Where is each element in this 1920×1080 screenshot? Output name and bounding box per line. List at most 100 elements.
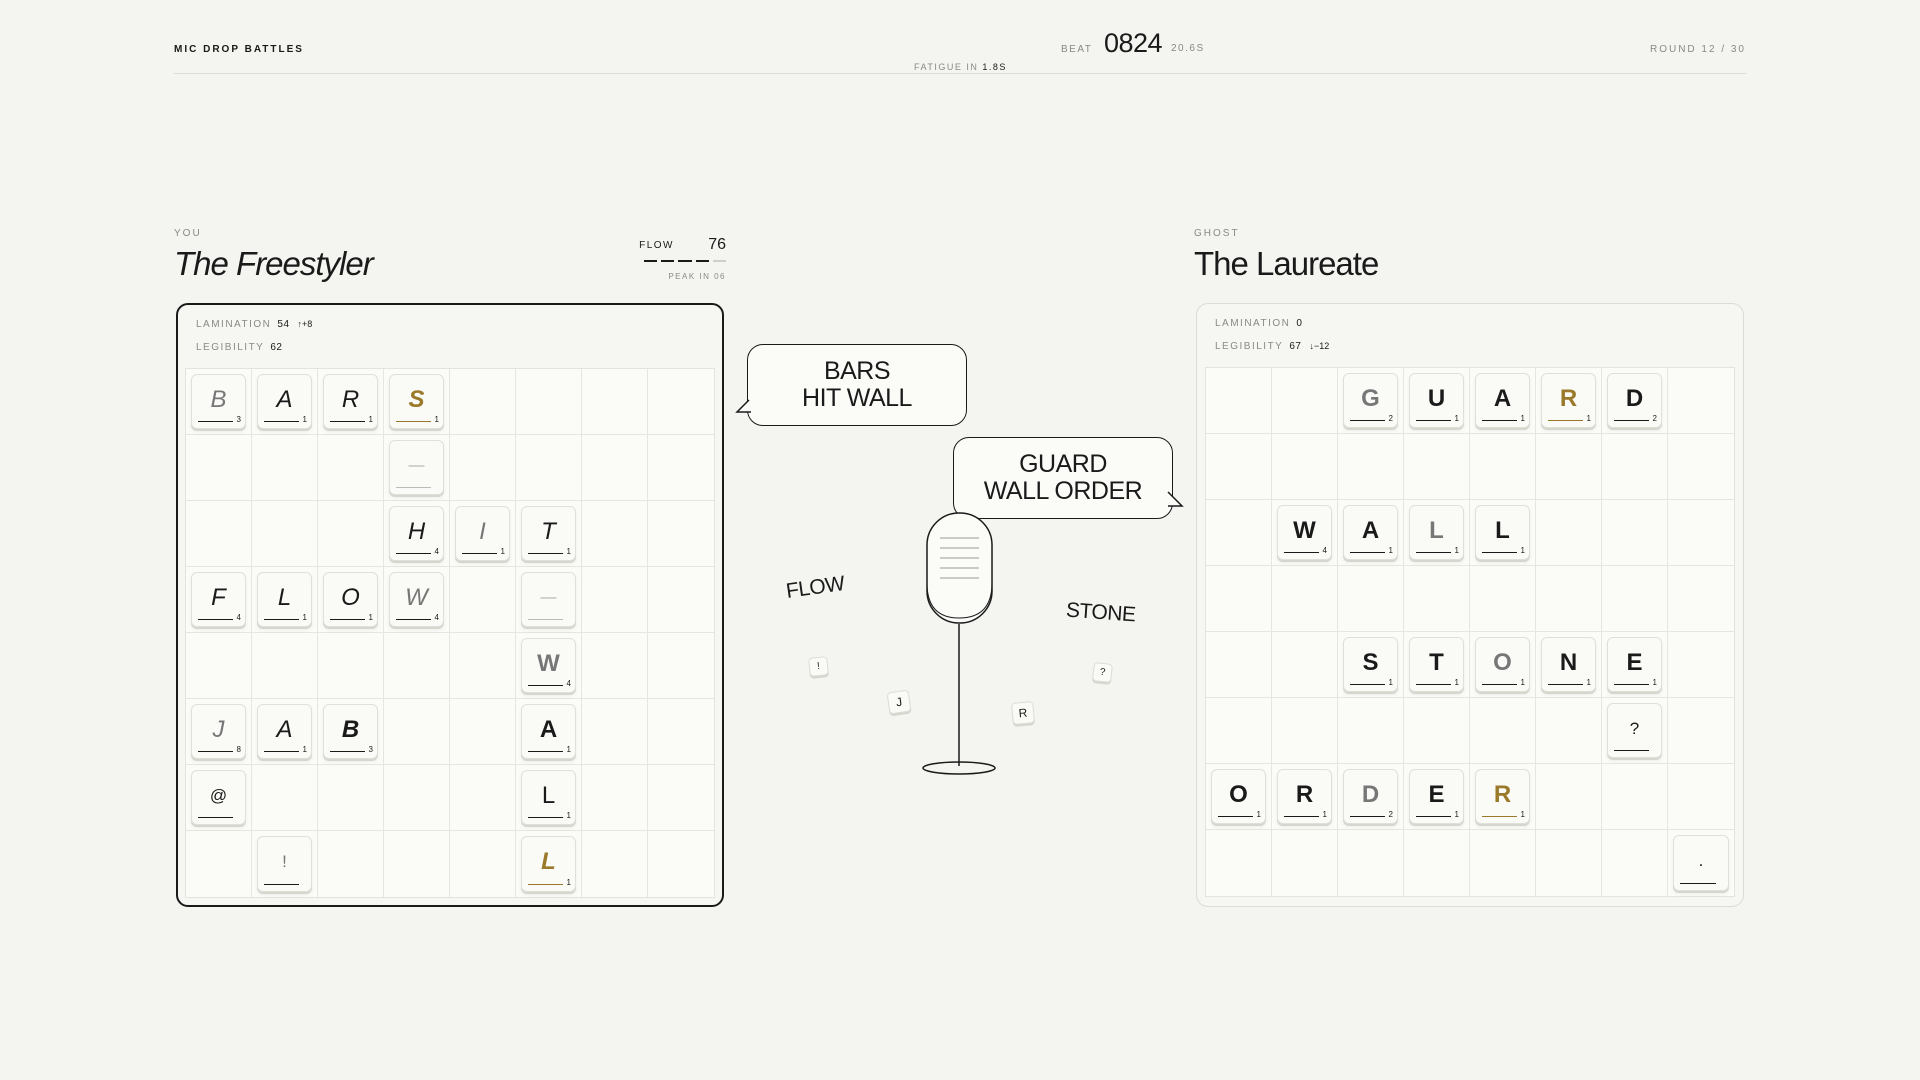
board-cell[interactable]: A1 — [252, 699, 318, 765]
board-cell[interactable] — [186, 501, 252, 567]
board-cell[interactable] — [384, 633, 450, 699]
floating-tile[interactable]: J — [886, 689, 912, 715]
board-cell[interactable] — [648, 831, 714, 897]
letter-tile[interactable]: B3 — [323, 704, 378, 759]
letter-tile[interactable]: T1 — [521, 506, 576, 561]
board-cell[interactable]: T1 — [516, 501, 582, 567]
board-cell[interactable]: O1 — [318, 567, 384, 633]
board-cell[interactable] — [252, 765, 318, 831]
board-cell[interactable]: B3 — [318, 699, 384, 765]
board-cell[interactable]: A1 — [252, 369, 318, 435]
floating-tile[interactable]: ! — [808, 656, 829, 677]
letter-tile[interactable]: A1 — [257, 374, 312, 429]
board-cell[interactable] — [186, 435, 252, 501]
letter-tile[interactable]: O1 — [323, 572, 378, 627]
board-cell[interactable] — [648, 633, 714, 699]
letter-tile[interactable]: L1 — [257, 572, 312, 627]
board-cell[interactable]: S1 — [384, 369, 450, 435]
board-cell[interactable]: — — [516, 567, 582, 633]
board-cell[interactable] — [450, 633, 516, 699]
board-cell[interactable] — [582, 633, 648, 699]
board-cell[interactable] — [582, 699, 648, 765]
board-cell[interactable]: L1 — [516, 765, 582, 831]
board-cell[interactable]: L1 — [516, 831, 582, 897]
letter-tile[interactable]: A1 — [521, 704, 576, 759]
tile-underline — [264, 751, 299, 752]
board-cell[interactable]: J8 — [186, 699, 252, 765]
board-cell[interactable]: H4 — [384, 501, 450, 567]
board-cell[interactable]: F4 — [186, 567, 252, 633]
board-cell[interactable] — [450, 831, 516, 897]
board-cell[interactable] — [582, 831, 648, 897]
board-cell[interactable] — [318, 633, 384, 699]
letter-tile[interactable]: J8 — [191, 704, 246, 759]
letter-tile[interactable]: I1 — [455, 506, 510, 561]
letter-tile[interactable]: L1 — [521, 836, 576, 892]
letter-tile[interactable]: W4 — [521, 638, 576, 693]
board-cell[interactable] — [318, 435, 384, 501]
board-cell[interactable] — [186, 831, 252, 897]
board-cell[interactable]: ! — [252, 831, 318, 897]
letter-tile: L1 — [1409, 505, 1464, 560]
board-cell[interactable] — [252, 501, 318, 567]
board-cell[interactable] — [252, 633, 318, 699]
letter-tile[interactable]: S1 — [389, 374, 444, 429]
microphone-icon[interactable] — [915, 508, 1005, 778]
floating-tile[interactable]: R — [1011, 701, 1035, 725]
board-cell[interactable] — [252, 435, 318, 501]
tile-points: 1 — [1454, 546, 1459, 555]
board-cell[interactable]: W4 — [516, 633, 582, 699]
board-cell[interactable] — [648, 369, 714, 435]
board-cell[interactable] — [516, 369, 582, 435]
board-cell[interactable] — [648, 765, 714, 831]
letter-tile[interactable]: H4 — [389, 506, 444, 561]
letter-tile[interactable]: B3 — [191, 374, 246, 429]
board-cell[interactable]: B3 — [186, 369, 252, 435]
board-cell[interactable] — [318, 831, 384, 897]
board-cell[interactable]: R1 — [318, 369, 384, 435]
board-cell[interactable] — [582, 765, 648, 831]
board-cell[interactable] — [450, 765, 516, 831]
letter-tile[interactable]: — — [389, 440, 444, 495]
letter-tile[interactable]: R1 — [323, 374, 378, 429]
letter-tile[interactable]: @ — [191, 770, 246, 825]
tile-letter: B — [341, 715, 360, 743]
board-cell[interactable] — [648, 699, 714, 765]
board-cell[interactable] — [384, 699, 450, 765]
board-cell[interactable] — [318, 501, 384, 567]
board-cell[interactable]: — — [384, 435, 450, 501]
tile-underline — [1350, 684, 1385, 685]
board-cell[interactable] — [186, 633, 252, 699]
board-cell[interactable]: A1 — [516, 699, 582, 765]
board-cell[interactable] — [450, 369, 516, 435]
letter-tile[interactable]: L1 — [521, 770, 576, 825]
letter-tile[interactable]: — — [521, 572, 576, 627]
board-cell[interactable]: @ — [186, 765, 252, 831]
board-cell[interactable] — [582, 567, 648, 633]
player-board[interactable]: B 3 A 1 R 1 S 1— H 4 I 1 T 1 F 4 L 1 O 1 W 4— W 4 J 8 A 1 B 3 A 1 @ L 1! L 1 — [185, 368, 715, 898]
floating-tile[interactable]: ? — [1092, 662, 1113, 683]
board-cell[interactable]: L1 — [252, 567, 318, 633]
letter-tile[interactable]: ! — [257, 836, 312, 892]
board-cell[interactable]: I1 — [450, 501, 516, 567]
board-cell[interactable] — [648, 567, 714, 633]
letter-tile[interactable]: W4 — [389, 572, 444, 627]
letter-tile[interactable]: A1 — [257, 704, 312, 759]
board-cell[interactable]: W4 — [384, 567, 450, 633]
board-cell[interactable] — [318, 765, 384, 831]
board-cell[interactable] — [582, 369, 648, 435]
board-cell[interactable] — [384, 831, 450, 897]
board-cell[interactable] — [648, 501, 714, 567]
board-cell[interactable] — [450, 699, 516, 765]
board-cell — [1470, 698, 1536, 764]
board-cell[interactable] — [450, 435, 516, 501]
board-cell[interactable] — [450, 567, 516, 633]
board-cell[interactable] — [516, 435, 582, 501]
board-cell[interactable] — [648, 435, 714, 501]
tile-points: 3 — [368, 745, 373, 754]
board-cell[interactable] — [384, 765, 450, 831]
board-cell[interactable] — [582, 435, 648, 501]
letter-tile[interactable]: F4 — [191, 572, 246, 627]
board-cell[interactable] — [582, 501, 648, 567]
tile-points: 8 — [236, 745, 241, 754]
